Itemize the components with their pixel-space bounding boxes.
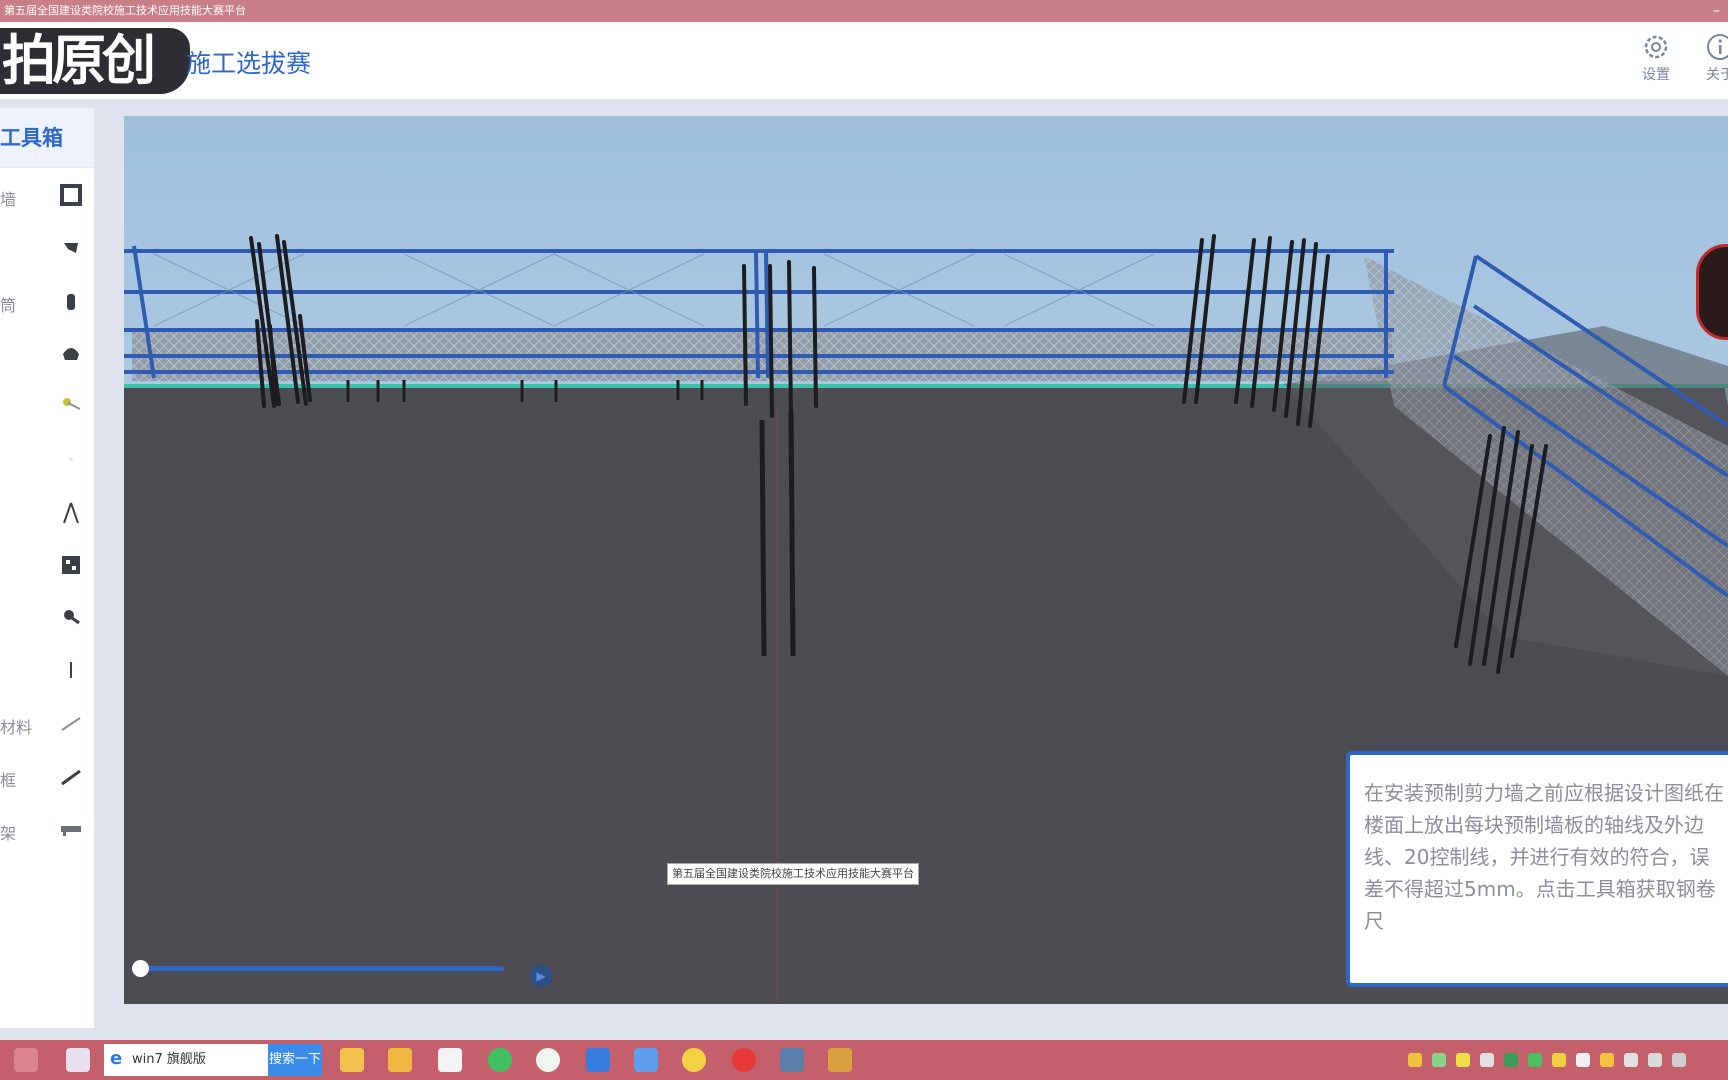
taskbar-search-input[interactable]: e win7 旗舰版: [104, 1044, 268, 1076]
qq-icon[interactable]: [586, 1048, 610, 1072]
wrench-icon[interactable]: [58, 393, 84, 419]
window-minimize-button[interactable]: –: [1713, 0, 1720, 22]
mail-icon[interactable]: [438, 1048, 462, 1072]
play-icon: ▶: [536, 969, 546, 983]
bar-icon[interactable]: [58, 763, 84, 789]
tray-icon[interactable]: [1504, 1053, 1518, 1067]
game-app-icon[interactable]: [828, 1048, 852, 1072]
browser-icon[interactable]: [682, 1048, 706, 1072]
toolbox-item[interactable]: 框: [0, 749, 94, 802]
tray-icon[interactable]: [1408, 1053, 1422, 1067]
page-title: 施工选拔赛: [186, 49, 312, 78]
taskbar-search-value: win7 旗舰版: [132, 1052, 206, 1067]
toolbox-list: 墙筒材料框架: [0, 168, 94, 854]
toolbox-item[interactable]: [0, 432, 94, 485]
toolbox-item[interactable]: [0, 221, 94, 274]
toolbox-item[interactable]: [0, 485, 94, 538]
app-launcher-icon[interactable]: [66, 1048, 90, 1072]
toolbox-item[interactable]: 墙: [0, 168, 94, 221]
pin-icon[interactable]: [58, 657, 84, 683]
tray-icon[interactable]: [1648, 1053, 1662, 1067]
helmet-icon[interactable]: [58, 340, 84, 366]
logo: 拍原创: [0, 28, 190, 94]
app-header: 拍原创 施工选拔赛 设置 关于: [0, 22, 1728, 100]
toolbox-item-label: 材料: [0, 717, 33, 737]
music-icon[interactable]: [732, 1048, 756, 1072]
tray-icon[interactable]: [1552, 1053, 1566, 1067]
rail-icon[interactable]: [58, 816, 84, 842]
taskbar-search-button[interactable]: 搜索一下: [268, 1044, 322, 1076]
blank-icon[interactable]: [58, 446, 84, 472]
about-label: 关于: [1706, 67, 1728, 83]
toolbox-item[interactable]: 材料: [0, 696, 94, 749]
toolbox-item-label: 筒: [0, 295, 17, 315]
tape-icon[interactable]: [58, 235, 84, 261]
toolbox-panel: 工具箱 墙筒材料框架: [0, 108, 94, 1028]
volume-icon[interactable]: [1672, 1053, 1686, 1067]
play-button[interactable]: ▶: [530, 965, 552, 987]
settings-label: 设置: [1642, 67, 1670, 83]
toolbox-item[interactable]: 筒: [0, 274, 94, 327]
instruction-text: 在安装预制剪力墙之前应根据设计图纸在楼面上放出每块预制墙板的轴线及外边线、20控…: [1364, 781, 1724, 933]
tray-icon[interactable]: [1456, 1053, 1470, 1067]
slider-track: [138, 966, 504, 971]
info-icon: [1707, 34, 1728, 60]
instruction-panel: 在安装预制剪力墙之前应根据设计图纸在楼面上放出每块预制墙板的轴线及外边线、20控…: [1346, 751, 1728, 987]
compass-icon[interactable]: [58, 499, 84, 525]
timeline-slider[interactable]: [132, 960, 504, 977]
store-icon[interactable]: [340, 1048, 364, 1072]
tray-icon[interactable]: [1624, 1053, 1638, 1067]
tray-icon[interactable]: [1600, 1053, 1614, 1067]
wechat-icon[interactable]: [536, 1048, 560, 1072]
task-view-icon[interactable]: [14, 1048, 38, 1072]
toolbox-item-label: 墙: [0, 190, 17, 209]
sim-app-icon[interactable]: [780, 1048, 804, 1072]
character-avatar[interactable]: [1696, 244, 1728, 340]
square-frame-icon[interactable]: [58, 182, 84, 208]
window-title: 第五届全国建设类院校施工技术应用技能大赛平台: [4, 4, 246, 17]
gear-icon: [1644, 35, 1668, 59]
tray-icon[interactable]: [1480, 1053, 1494, 1067]
toolbox-item[interactable]: [0, 590, 94, 643]
app-blue-icon[interactable]: [634, 1048, 658, 1072]
ie-icon: e: [110, 1048, 123, 1069]
system-tray: [1398, 1040, 1728, 1080]
toolbox-title: 工具箱: [0, 108, 94, 168]
tray-icon[interactable]: [1432, 1053, 1446, 1067]
magnifier-icon[interactable]: [58, 604, 84, 630]
scene-caption: 第五届全国建设类院校施工技术应用技能大赛平台: [667, 863, 919, 885]
toolbox-item[interactable]: [0, 326, 94, 379]
toolbox-item[interactable]: [0, 538, 94, 591]
toolbox-item-label: 框: [0, 770, 17, 790]
tray-icon[interactable]: [1528, 1053, 1542, 1067]
folder-icon[interactable]: [388, 1048, 412, 1072]
about-button[interactable]: 关于: [1690, 32, 1728, 84]
toolbox-item-label: 架: [0, 823, 17, 843]
slider-knob[interactable]: [132, 960, 149, 977]
qr-grid-icon[interactable]: [58, 552, 84, 578]
window-titlebar: 第五届全国建设类院校施工技术应用技能大赛平台 –: [0, 0, 1728, 22]
toolbox-item[interactable]: [0, 643, 94, 696]
line-icon[interactable]: [58, 710, 84, 736]
toolbox-item[interactable]: 架: [0, 802, 94, 855]
toolbox-item[interactable]: [0, 379, 94, 432]
tray-icon[interactable]: [1576, 1053, 1590, 1067]
chat-icon[interactable]: [488, 1048, 512, 1072]
taskbar: e win7 旗舰版 搜索一下: [0, 1040, 1728, 1080]
bottle-icon[interactable]: [58, 288, 84, 314]
settings-button[interactable]: 设置: [1626, 32, 1686, 84]
